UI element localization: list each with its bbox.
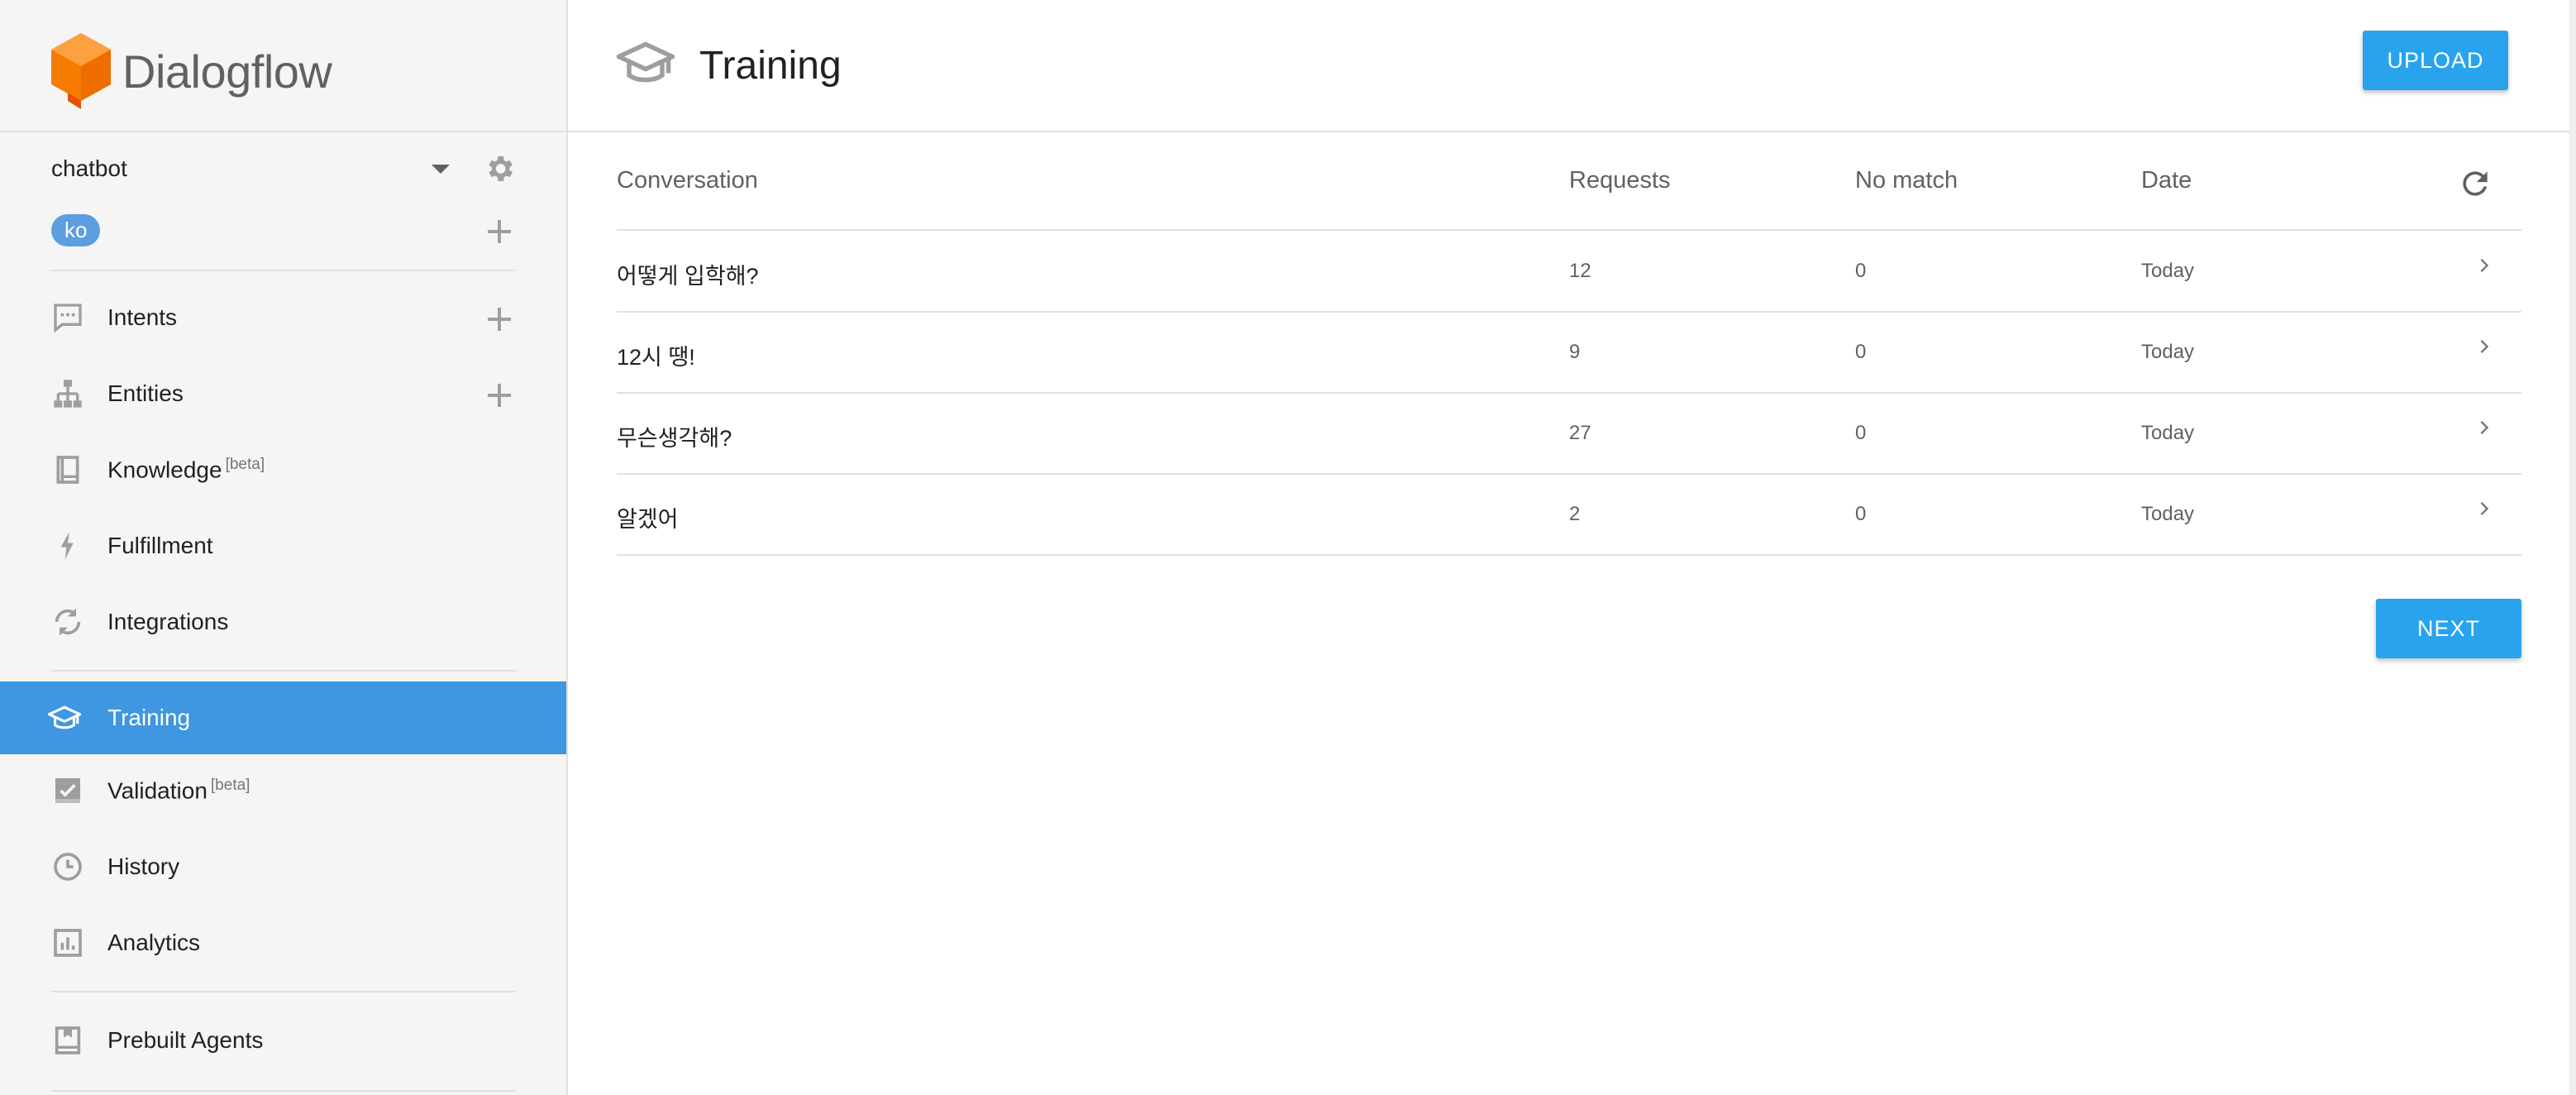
sidebar-item-entities[interactable]: Entities (0, 357, 566, 430)
chevron-right-icon[interactable] (2477, 501, 2492, 516)
sidebar-item-training[interactable]: Training (0, 681, 566, 754)
logo-text: Dialogflow (122, 45, 332, 98)
conversation-cell: 12시 땡! (617, 345, 695, 370)
column-header-requests[interactable]: Requests (1569, 167, 1671, 194)
lightning-icon (51, 529, 84, 562)
sidebar-item-label: Intents (107, 304, 178, 330)
sync-icon (51, 605, 84, 638)
sidebar-item-label: Prebuilt Agents (107, 1027, 264, 1053)
clock-icon (51, 850, 84, 883)
next-button[interactable]: NEXT (2376, 599, 2521, 658)
no-match-cell: 0 (1855, 341, 1867, 363)
language-row: ko (51, 212, 516, 248)
dialogflow-logo-icon (51, 33, 111, 109)
beta-tag: [beta] (210, 777, 250, 795)
add-language-icon[interactable] (488, 220, 511, 243)
sidebar-item-label: Integrations (107, 609, 229, 634)
chevron-right-icon[interactable] (2477, 258, 2492, 273)
column-header-conversation[interactable]: Conversation (617, 167, 758, 194)
divider (51, 670, 516, 672)
date-cell: Today (2141, 341, 2195, 363)
divider (617, 311, 2521, 313)
beta-tag: [beta] (225, 456, 265, 474)
refresh-icon[interactable] (2457, 165, 2493, 202)
conversation-cell: 알겠어 (617, 507, 679, 532)
column-header-date[interactable]: Date (2141, 167, 2192, 194)
requests-cell: 27 (1569, 422, 1591, 444)
sidebar-item-intents[interactable]: Intents (0, 281, 566, 354)
divider (617, 554, 2521, 556)
page-header (568, 0, 2576, 132)
upload-button[interactable]: UPLOAD (2363, 31, 2508, 90)
add-entity-icon[interactable] (488, 384, 511, 407)
validation-check-icon (51, 774, 84, 807)
sidebar-item-fulfillment[interactable]: Fulfillment (0, 509, 566, 582)
divider (51, 1090, 516, 1092)
sidebar: Dialogflow chatbot ko Intents Entities K… (0, 0, 568, 1095)
column-header-no-match[interactable]: No match (1855, 167, 1958, 194)
conversation-cell: 어떻게 입학해? (617, 264, 759, 289)
bar-chart-icon (51, 926, 84, 959)
sidebar-item-integrations[interactable]: Integrations (0, 586, 566, 658)
sidebar-item-label: Analytics (107, 930, 201, 955)
hierarchy-icon (51, 377, 84, 410)
page-title: Training (699, 44, 842, 88)
no-match-cell: 0 (1855, 260, 1867, 282)
sidebar-item-label: Validation [beta] (107, 777, 250, 804)
bookmark-book-icon (51, 1024, 84, 1057)
no-match-cell: 0 (1855, 503, 1867, 525)
graduation-cap-icon (48, 701, 81, 734)
requests-cell: 12 (1569, 260, 1591, 282)
divider (617, 473, 2521, 475)
dialogflow-logo[interactable]: Dialogflow (51, 33, 332, 109)
sidebar-item-label: Knowledge [beta] (107, 456, 265, 483)
chevron-right-icon[interactable] (2477, 339, 2492, 354)
date-cell: Today (2141, 503, 2195, 525)
agent-name: chatbot (51, 155, 127, 181)
sidebar-item-label: History (107, 854, 180, 879)
language-chip[interactable]: ko (51, 213, 101, 246)
no-match-cell: 0 (1855, 422, 1867, 444)
add-intent-icon[interactable] (488, 308, 511, 331)
divider (51, 270, 516, 271)
agent-selector[interactable]: chatbot (51, 149, 516, 189)
date-cell: Today (2141, 260, 2195, 282)
graduation-cap-icon (617, 41, 675, 83)
requests-cell: 2 (1569, 503, 1581, 525)
gear-icon[interactable] (483, 152, 516, 185)
sidebar-item-label: Fulfillment (107, 533, 213, 558)
date-cell: Today (2141, 422, 2195, 444)
sidebar-item-label: Entities (107, 380, 184, 406)
conversation-cell: 무슨생각해? (617, 426, 732, 451)
sidebar-item-label: Training (107, 705, 191, 730)
divider (617, 392, 2521, 394)
sidebar-item-prebuilt-agents[interactable]: Prebuilt Agents (0, 1004, 566, 1077)
scrollbar-track[interactable] (2569, 0, 2576, 1095)
chevron-right-icon[interactable] (2477, 420, 2492, 435)
sidebar-item-analytics[interactable]: Analytics (0, 906, 566, 979)
chat-icon (51, 301, 84, 334)
chevron-down-icon[interactable] (432, 164, 450, 174)
divider (617, 229, 2521, 231)
book-icon (51, 453, 84, 486)
sidebar-item-knowledge[interactable]: Knowledge [beta] (0, 433, 566, 506)
sidebar-item-history[interactable]: History (0, 830, 566, 903)
requests-cell: 9 (1569, 341, 1581, 363)
sidebar-item-validation[interactable]: Validation [beta] (0, 754, 566, 827)
divider (51, 991, 516, 992)
divider (0, 131, 566, 132)
